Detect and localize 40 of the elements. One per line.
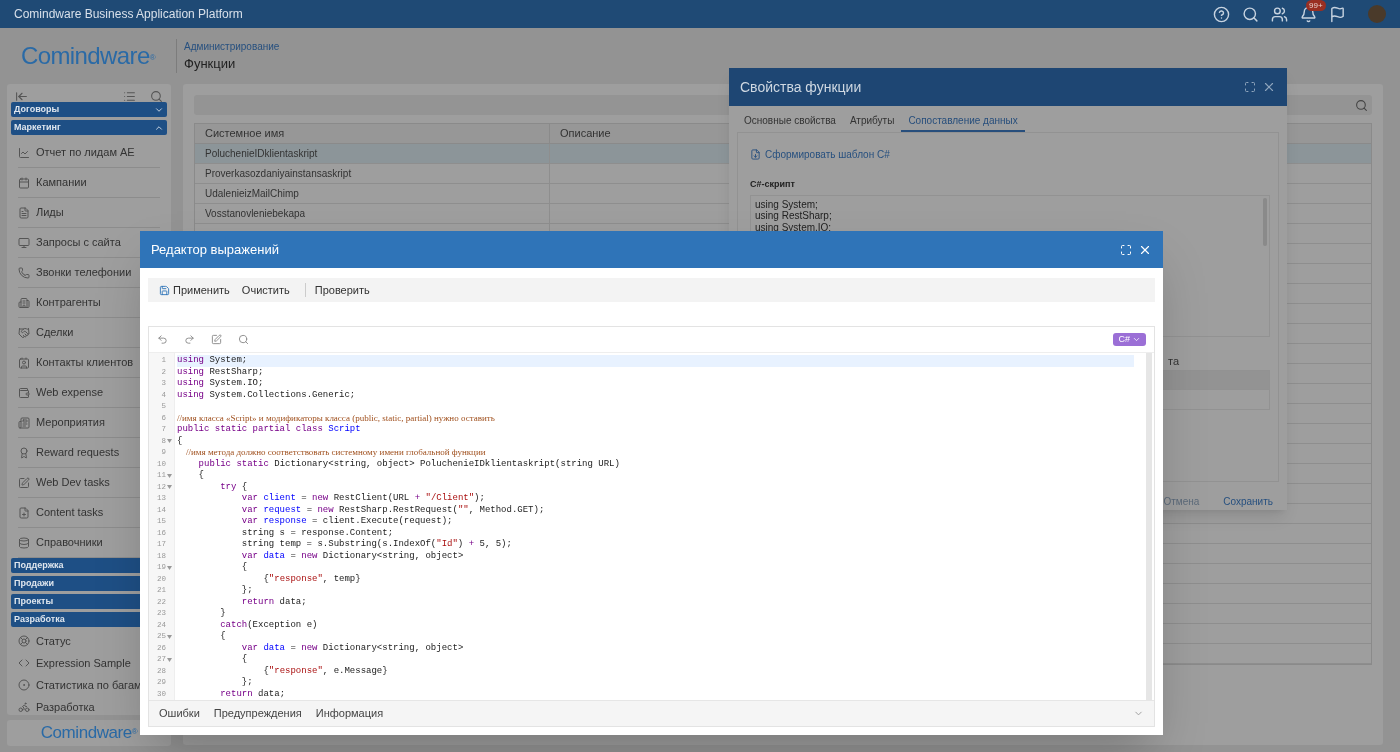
app-title: Comindware Business Application Platform	[14, 6, 243, 23]
code-line: {"response", temp}	[262, 573, 362, 585]
code-line: var response = client.Execute(request);	[240, 516, 454, 528]
code-line: {	[177, 435, 184, 447]
code-line: using System.IO;	[177, 378, 265, 390]
code-line: {	[240, 562, 249, 574]
script-line: using RestSharp;	[755, 210, 833, 222]
code-line: string temp = s.Substring(s.IndexOf("Id") + 5, 5);	[240, 539, 513, 551]
code-line: using System.Collections.Generic;	[177, 389, 357, 401]
code-line: return data;	[240, 596, 308, 608]
code-line: public static Dictionary<string, object> PoluchenieIDklientaskript(string URL)	[197, 458, 621, 470]
code-line: //имя метода должно соответствовать системному имени глобальной функции	[185, 447, 487, 459]
table-cell: Vosstanovleniebekapa	[195, 204, 550, 223]
code-line: var request = new RestSharp.RestRequest("", Method.GET);	[240, 504, 546, 516]
table-cell: UdalenieizMailChimp	[195, 184, 550, 203]
code-line: var data = new Dictionary<string, object>	[240, 642, 465, 654]
code-line: using RestSharp;	[177, 366, 265, 378]
code-line: };	[240, 585, 254, 597]
notification-badge: 99+	[1306, 0, 1326, 11]
code-line: {"response", e.Message}	[262, 665, 389, 677]
code-line: };	[240, 677, 254, 689]
code-line: public static partial class Script	[177, 424, 362, 436]
page-title: Функции	[184, 54, 237, 73]
table-cell: Proverkasozdaniyainstansaskript	[195, 164, 550, 183]
code-line: catch(Exception e)	[219, 619, 319, 631]
code-line: string s = response.Content;	[240, 527, 395, 539]
field-label: та	[1168, 353, 1181, 369]
code-line: {	[197, 470, 205, 482]
code-line: {	[219, 631, 227, 643]
code-line: {	[240, 654, 249, 666]
dialog-title: Свойства функции	[740, 77, 862, 97]
table-cell: PoluchenieIDklientaskript	[195, 144, 550, 163]
code-line: var client = new RestClient(URL + "/Client");	[240, 493, 486, 505]
code-line: try {	[219, 481, 249, 493]
code-line: return data;	[219, 688, 287, 700]
code-line: }	[219, 608, 227, 620]
code-line: //имя класса «Script» и модификаторы класса (public, static, partial) нужно оставить	[177, 412, 496, 424]
logo: Comindware$^{®}$	[40, 722, 138, 745]
code-line: var data = new Dictionary<string, object>	[240, 550, 465, 562]
logo: Comindware$^{®}$	[21, 41, 155, 71]
